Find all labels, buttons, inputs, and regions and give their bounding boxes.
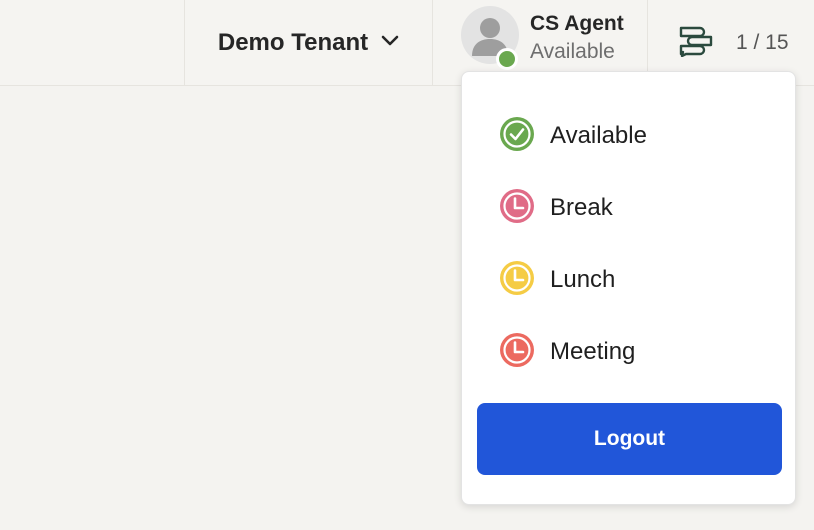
status-option-label: Break xyxy=(550,194,613,221)
status-option-label: Meeting xyxy=(550,338,636,365)
status-dropdown: Available Break Lunch Meeting Logout xyxy=(461,71,796,505)
clock-icon xyxy=(498,331,536,374)
agent-status-text: Available xyxy=(530,40,615,63)
chevron-down-icon xyxy=(380,34,400,53)
status-option-break[interactable]: Break xyxy=(478,180,781,236)
tenant-selector[interactable]: Demo Tenant xyxy=(185,0,433,86)
status-option-available[interactable]: Available xyxy=(478,108,781,164)
logout-button[interactable]: Logout xyxy=(477,403,782,475)
status-option-label: Available xyxy=(550,122,647,149)
status-option-lunch[interactable]: Lunch xyxy=(478,252,781,308)
conversations-icon xyxy=(678,25,714,62)
clock-icon xyxy=(498,259,536,302)
check-circle-icon xyxy=(498,115,536,158)
clock-icon xyxy=(498,187,536,230)
conversations-count: 1 / 15 xyxy=(736,31,789,54)
agent-name: CS Agent xyxy=(530,12,624,35)
status-option-meeting[interactable]: Meeting xyxy=(478,324,781,380)
tenant-name: Demo Tenant xyxy=(217,29,369,56)
status-option-label: Lunch xyxy=(550,266,616,293)
status-dot xyxy=(496,48,518,70)
